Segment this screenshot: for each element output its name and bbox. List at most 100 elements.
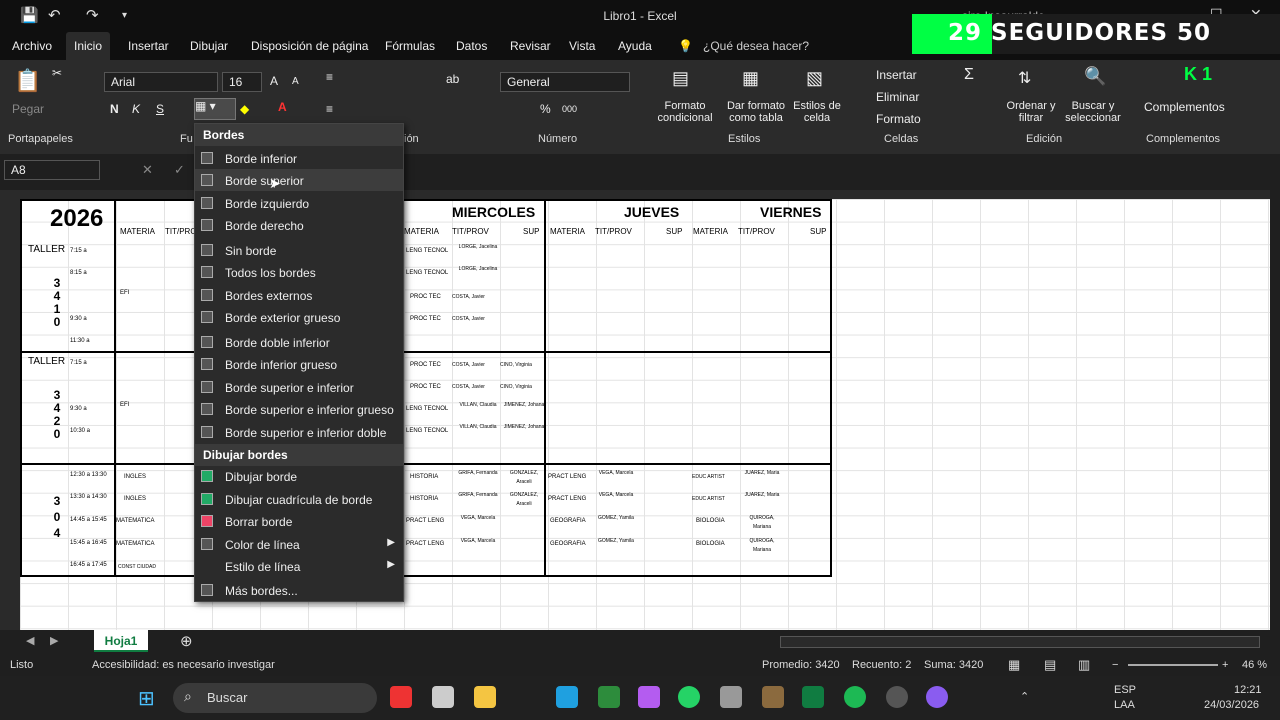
tab-vista[interactable]: Vista — [569, 39, 595, 53]
tab-datos[interactable]: Datos — [456, 39, 487, 53]
teacher-cell[interactable]: QUIROGA, Mariana — [740, 537, 784, 555]
confirm-entry-icon[interactable]: ✓ — [174, 162, 185, 178]
decrease-font-icon[interactable]: A — [292, 76, 299, 87]
clock-time[interactable]: 12:21 — [1234, 684, 1262, 696]
time-cell[interactable]: 11:30 a — [70, 337, 90, 346]
teacher-cell[interactable]: GOMEZ, Yamila — [598, 537, 634, 546]
subject-cell[interactable]: GEOGRAFIA — [550, 517, 586, 526]
teacher-cell[interactable]: JUAREZ, Maria — [740, 491, 784, 500]
cancel-entry-icon[interactable]: ✕ — [142, 162, 153, 178]
menu-todos-bordes[interactable]: Todos los bordes — [195, 261, 403, 283]
teacher-cell[interactable]: VEGA, Marcela — [598, 469, 634, 478]
day-viernes[interactable]: VIERNES — [760, 204, 821, 220]
subject-cell[interactable]: PRACT LENG — [406, 517, 444, 526]
number-format-select[interactable]: General — [500, 72, 630, 92]
menu-sin-borde[interactable]: Sin borde — [195, 239, 403, 261]
menu-borrar-borde[interactable]: Borrar borde — [195, 510, 403, 532]
find-icon[interactable]: 🔍 — [1084, 66, 1106, 87]
tab-ayuda[interactable]: Ayuda — [618, 39, 652, 53]
day-miercoles[interactable]: MIERCOLES — [452, 204, 535, 220]
thousands-icon[interactable]: 000 — [562, 104, 577, 114]
subject-cell[interactable]: CONST CIUDAD — [118, 563, 156, 572]
time-cell[interactable]: 9:30 a — [70, 315, 87, 324]
time-cell[interactable]: 9:30 a — [70, 405, 87, 414]
header-materia-jue[interactable]: MATERIA — [550, 227, 585, 236]
table-format-icon[interactable]: ▦ — [742, 68, 759, 89]
teacher-cell[interactable]: VEGA, Marcela — [598, 491, 634, 500]
cell-styles-button[interactable]: Estilos de celda — [790, 100, 844, 124]
teacher-cell[interactable]: COSTA, Javier — [452, 383, 485, 392]
teacher-cell[interactable]: GOMEZ, Yamila — [598, 514, 634, 523]
block-code-3[interactable]: 3 0 4 — [50, 493, 64, 541]
menu-borde-inferior-grueso[interactable]: Borde inferior grueso — [195, 353, 403, 375]
subject-cell[interactable]: INGLES — [124, 495, 146, 504]
time-cell[interactable]: 7:15 a — [70, 359, 87, 368]
subject-cell[interactable]: EFI — [120, 289, 129, 298]
tell-me-search[interactable]: ¿Qué desea hacer? — [703, 39, 809, 53]
header-titprov-jue[interactable]: TIT/PROV — [595, 227, 632, 236]
menu-bordes-externos[interactable]: Bordes externos — [195, 284, 403, 306]
copilot-icon[interactable] — [638, 686, 660, 708]
increase-font-icon[interactable]: A — [270, 74, 278, 88]
sup-cell[interactable]: CINO, Virginia — [500, 383, 532, 392]
subject-cell[interactable]: INGLES — [124, 473, 146, 482]
block-code-1[interactable]: 3 4 1 0 — [50, 277, 64, 329]
font-family-select[interactable]: Arial — [104, 72, 218, 92]
teacher-cell[interactable]: COSTA, Javier — [452, 361, 485, 370]
chat-app-icon[interactable] — [926, 686, 948, 708]
subject-cell[interactable]: LENG TECNOL — [406, 269, 448, 278]
taller-label-2[interactable]: TALLER — [28, 357, 65, 367]
time-cell[interactable]: 10:30 a — [70, 427, 90, 436]
subject-cell[interactable]: PRACT LENG — [548, 495, 586, 504]
fill-color-icon[interactable]: ◆ — [240, 102, 249, 116]
file-explorer-icon[interactable] — [474, 686, 496, 708]
teacher-cell[interactable]: COSTA, Javier — [452, 315, 485, 324]
addins-button[interactable]: Complementos — [1144, 100, 1225, 114]
vertical-scrollbar[interactable] — [1270, 190, 1280, 630]
addin-icon[interactable]: K 1 — [1184, 64, 1212, 85]
subject-cell[interactable]: LENG TECNOL — [406, 427, 448, 436]
borders-button[interactable]: ▦ ▾ — [194, 98, 236, 120]
tab-archivo[interactable]: Archivo — [12, 39, 52, 53]
sup-cell[interactable]: JIMENEZ, Johana — [502, 423, 546, 432]
find-select-button[interactable]: Buscar y seleccionar — [1060, 100, 1126, 124]
menu-borde-inferior[interactable]: Borde inferior — [195, 147, 403, 169]
menu-borde-sup-inf-doble[interactable]: Borde superior e inferior doble — [195, 421, 403, 443]
sort-filter-button[interactable]: Ordenar y filtrar — [1004, 100, 1058, 124]
page-layout-icon[interactable]: ▤ — [1044, 657, 1056, 673]
cut-icon[interactable]: ✂ — [52, 66, 62, 80]
align-top-icon[interactable]: ≡ — [326, 70, 333, 84]
font-size-select[interactable]: 16 — [222, 72, 262, 92]
sup-cell[interactable]: GONZALEZ, Araceli — [502, 469, 546, 487]
language-indicator[interactable]: ESP — [1114, 684, 1136, 696]
teacher-cell[interactable]: LORGE, Jacelina — [454, 243, 502, 252]
clock-date[interactable]: 24/03/2026 — [1204, 699, 1259, 711]
insert-cells-button[interactable]: Insertar — [876, 68, 917, 82]
menu-borde-superior[interactable]: Borde superior — [195, 169, 403, 191]
tab-formulas[interactable]: Fórmulas — [385, 39, 435, 53]
tab-inicio[interactable]: Inicio — [66, 32, 111, 60]
subject-cell[interactable]: PROC TEC — [410, 293, 441, 302]
name-box[interactable]: A8 — [4, 160, 100, 180]
underline-button[interactable]: S — [156, 102, 164, 116]
header-materia-mie[interactable]: MATERIA — [404, 227, 439, 236]
chrome-alt-icon[interactable] — [720, 686, 742, 708]
cube-app-icon[interactable] — [432, 686, 454, 708]
subject-cell[interactable]: HISTORIA — [410, 473, 438, 482]
year-cell[interactable]: 2026 — [50, 205, 103, 233]
header-sup-mie[interactable]: SUP — [523, 227, 539, 236]
delete-cells-button[interactable]: Eliminar — [876, 90, 919, 104]
layout-indicator[interactable]: LAA — [1114, 699, 1135, 711]
menu-dibujar-cuadricula[interactable]: Dibujar cuadrícula de borde — [195, 488, 403, 510]
teacher-cell[interactable]: VEGA, Marcela — [454, 514, 502, 523]
subject-cell[interactable]: EFI — [120, 401, 129, 410]
time-cell[interactable]: 14:45 a 15:45 — [70, 516, 107, 525]
tab-disposicion[interactable]: Disposición de página — [251, 39, 368, 53]
cell-styles-icon[interactable]: ▧ — [806, 68, 823, 89]
chrome-icon[interactable] — [390, 686, 412, 708]
header-titprov-mie[interactable]: TIT/PROV — [452, 227, 489, 236]
header-titprov-vie[interactable]: TIT/PROV — [738, 227, 775, 236]
horizontal-scrollbar[interactable] — [780, 636, 1260, 648]
normal-view-icon[interactable]: ▦ — [1008, 657, 1020, 673]
font-color-icon[interactable]: A — [278, 100, 287, 114]
